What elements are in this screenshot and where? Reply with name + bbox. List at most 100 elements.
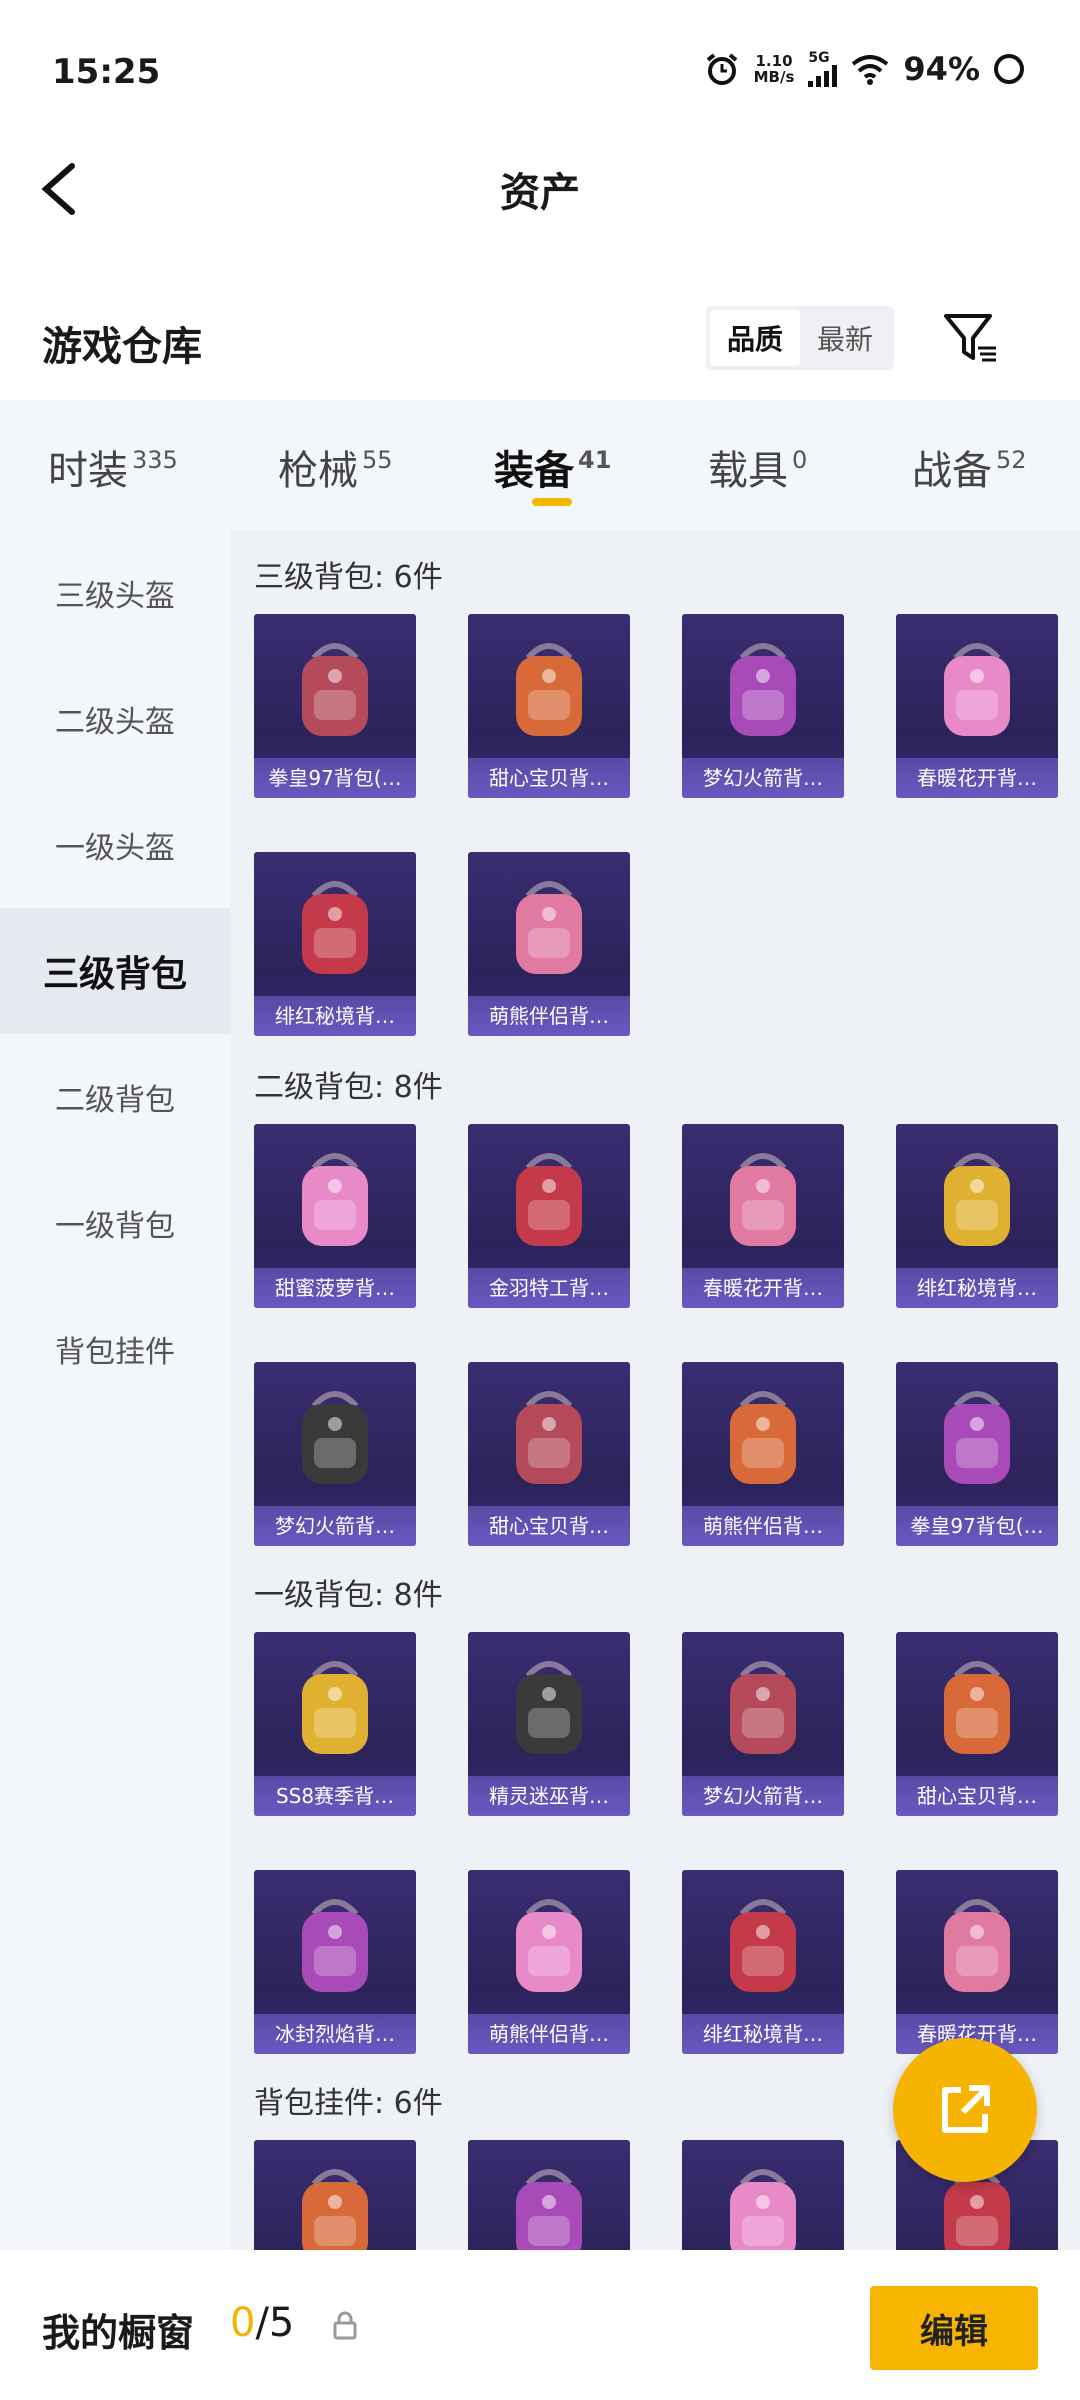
backpack-icon [302, 1391, 368, 1484]
status-icons: 1.10 MB/s 5G 94% [704, 50, 1024, 88]
backpack-icon [516, 1391, 582, 1484]
tab-equipment[interactable]: 装备 41 [494, 438, 611, 506]
backpack-icon [944, 643, 1010, 736]
side-item-backpack-1[interactable]: 一级背包 [0, 1160, 230, 1286]
item-card[interactable]: 春暖花开背… [896, 1870, 1058, 2054]
item-card[interactable]: 梦幻火箭背… [682, 1632, 844, 1816]
item-card[interactable]: 春暖花开背… [896, 614, 1058, 798]
tab-count: 0 [792, 446, 808, 474]
item-card-label: 春暖花开背… [896, 758, 1058, 798]
status-bar: 15:25 1.10 MB/s 5G 94% [0, 0, 1080, 140]
item-card-label: 金羽特工背… [468, 1268, 630, 1308]
side-item-helmet-3[interactable]: 三级头盔 [0, 530, 230, 656]
backpack-icon [516, 1661, 582, 1754]
backpack-icon [944, 1899, 1010, 1992]
side-item-backpack-3[interactable]: 三级背包 [0, 908, 230, 1034]
side-item-backpack-pendant[interactable]: 背包挂件 [0, 1286, 230, 1412]
item-card[interactable] [254, 2140, 416, 2250]
item-card-label: 绯红秘境背… [682, 2014, 844, 2054]
backpack-icon [730, 2169, 796, 2250]
item-card[interactable]: 拳皇97背包(… [896, 1362, 1058, 1546]
item-card-label: 冰封烈焰背… [254, 2014, 416, 2054]
backpack-icon [730, 1391, 796, 1484]
item-card[interactable] [682, 2140, 844, 2250]
side-item-helmet-1[interactable]: 一级头盔 [0, 782, 230, 908]
sort-latest-button[interactable]: 最新 [800, 310, 890, 366]
tab-label: 战备 [912, 448, 992, 494]
item-card-label: 萌熊伴侣背… [468, 996, 630, 1036]
tab-fashion[interactable]: 时装 335 [48, 438, 178, 496]
item-card-label: 绯红秘境背… [254, 996, 416, 1036]
item-card[interactable]: 甜心宝贝背… [896, 1632, 1058, 1816]
warehouse-bar: 游戏仓库 品质 最新 [0, 290, 1080, 390]
item-card[interactable]: 梦幻火箭背… [254, 1362, 416, 1546]
item-card[interactable]: 冰封烈焰背… [254, 1870, 416, 2054]
item-card[interactable] [468, 2140, 630, 2250]
backpack-icon [944, 1661, 1010, 1754]
side-item-backpack-2[interactable]: 二级背包 [0, 1034, 230, 1160]
sort-quality-button[interactable]: 品质 [710, 310, 800, 366]
showcase-total: /5 [255, 2300, 295, 2346]
tab-label: 装备 [494, 448, 574, 494]
section-title: 一级背包: 8件 [254, 1578, 443, 1613]
backpack-icon [302, 1899, 368, 1992]
battery-icon [994, 54, 1024, 84]
item-card[interactable]: 甜心宝贝背… [468, 614, 630, 798]
backpack-icon [516, 1899, 582, 1992]
tab-label: 枪械 [278, 448, 358, 494]
tab-label: 载具 [708, 448, 788, 494]
backpack-icon [516, 1153, 582, 1246]
backpack-icon [302, 881, 368, 974]
backpack-icon [730, 1899, 796, 1992]
item-card[interactable]: 精灵迷巫背… [468, 1632, 630, 1816]
item-card[interactable]: 绯红秘境背… [254, 852, 416, 1036]
edit-button[interactable]: 编辑 [870, 2286, 1038, 2370]
tab-count: 52 [996, 446, 1027, 474]
filter-icon[interactable] [940, 308, 1000, 368]
tab-vehicles[interactable]: 载具 0 [708, 438, 807, 496]
page-title: 资产 [500, 170, 580, 216]
tab-count: 335 [132, 446, 178, 474]
active-tab-indicator [532, 498, 572, 506]
backpack-icon [516, 643, 582, 736]
item-card[interactable]: 甜蜜菠萝背… [254, 1124, 416, 1308]
app-header: 资产 [0, 140, 1080, 260]
item-card[interactable]: 绯红秘境背… [896, 1124, 1058, 1308]
item-card-label: 甜心宝贝背… [468, 758, 630, 798]
share-button[interactable] [893, 2038, 1037, 2182]
side-menu: 三级头盔 二级头盔 一级头盔 三级背包 二级背包 一级背包 背包挂件 [0, 530, 230, 2250]
sort-toggle: 品质 最新 [706, 306, 894, 370]
wifi-icon [852, 55, 889, 85]
backpack-icon [302, 2169, 368, 2250]
tab-count: 55 [362, 446, 393, 474]
item-card[interactable]: 春暖花开背… [682, 1124, 844, 1308]
item-card[interactable]: 梦幻火箭背… [682, 614, 844, 798]
item-card-label: 甜心宝贝背… [468, 1506, 630, 1546]
item-card[interactable]: 萌熊伴侣背… [682, 1362, 844, 1546]
warehouse-title: 游戏仓库 [42, 324, 202, 370]
item-card[interactable]: 绯红秘境背… [682, 1870, 844, 2054]
showcase-count: 0/5 [230, 2300, 294, 2346]
backpack-icon [516, 881, 582, 974]
showcase-bar: 我的橱窗 0/5 编辑 [0, 2252, 1080, 2400]
item-card-label: 萌熊伴侣背… [468, 2014, 630, 2054]
tab-supplies[interactable]: 战备 52 [912, 438, 1027, 496]
item-card[interactable]: SS8赛季背… [254, 1632, 416, 1816]
item-card[interactable]: 甜心宝贝背… [468, 1362, 630, 1546]
item-card[interactable]: 萌熊伴侣背… [468, 1870, 630, 2054]
item-card[interactable]: 拳皇97背包(… [254, 614, 416, 798]
status-time: 15:25 [52, 52, 161, 92]
item-card[interactable]: 萌熊伴侣背… [468, 852, 630, 1036]
backpack-icon [302, 643, 368, 736]
side-item-helmet-2[interactable]: 二级头盔 [0, 656, 230, 782]
alarm-icon [706, 53, 737, 85]
item-card[interactable]: 金羽特工背… [468, 1124, 630, 1308]
speed-value: 1.10 [755, 52, 793, 70]
tab-weapons[interactable]: 枪械 55 [278, 438, 393, 496]
section-title: 二级背包: 8件 [254, 1070, 443, 1105]
signal-indicator: 5G [808, 51, 838, 87]
item-card-label: 甜心宝贝背… [896, 1776, 1058, 1816]
backpack-icon [730, 1661, 796, 1754]
item-card-label: 甜蜜菠萝背… [254, 1268, 416, 1308]
item-card-label: SS8赛季背… [254, 1776, 416, 1816]
